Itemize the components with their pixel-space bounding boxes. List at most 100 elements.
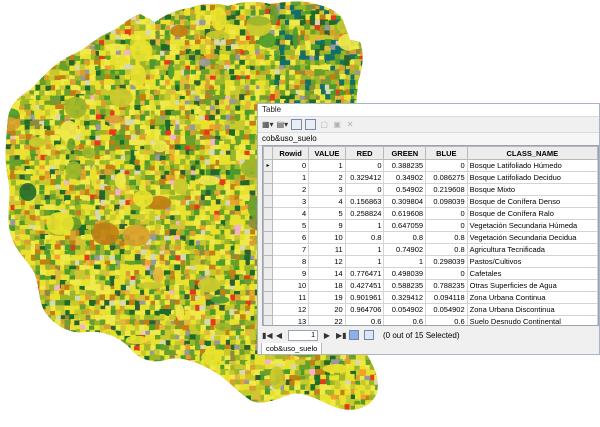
- row-selector[interactable]: [263, 195, 273, 208]
- table-row[interactable]: 11 19 0.901961 0.329412 0.094118 Zona Urbana …: [263, 291, 598, 304]
- cell-blue[interactable]: 0: [425, 267, 468, 280]
- cell-blue[interactable]: 0: [425, 207, 468, 220]
- current-record-field[interactable]: 1: [288, 329, 318, 341]
- column-header-red[interactable]: RED: [344, 146, 385, 160]
- table-row[interactable]: 10 18 0.427451 0.588235 0.788235 Otras Superf…: [263, 279, 598, 292]
- cell-blue[interactable]: 0.098039: [425, 195, 468, 208]
- column-header-value[interactable]: VALUE: [308, 146, 346, 160]
- cell-green[interactable]: 0.8: [383, 231, 427, 244]
- row-selector[interactable]: [263, 267, 273, 280]
- previous-record-icon[interactable]: ◀: [275, 331, 283, 340]
- cell-red[interactable]: 0: [344, 183, 385, 196]
- attribute-table[interactable]: Rowid VALUE RED GREEN BLUE CLASS_NAME ▸ 0…: [262, 145, 599, 326]
- cell-green[interactable]: 0.54902: [383, 183, 427, 196]
- row-selector[interactable]: [263, 255, 273, 268]
- cell-rowid[interactable]: 13: [271, 315, 310, 325]
- table-row[interactable]: 9 14 0.776471 0.498039 0 Cafetales: [263, 267, 598, 280]
- cell-class-name[interactable]: Bosque Latifoliado Deciduo: [466, 171, 598, 184]
- row-selector[interactable]: [263, 219, 273, 232]
- cell-class-name[interactable]: Zona Urbana Discontinua: [466, 303, 598, 316]
- cell-red[interactable]: 0.427451: [344, 279, 385, 292]
- cell-rowid[interactable]: 2: [271, 183, 310, 196]
- table-row[interactable]: 7 11 1 0.74902 0.8 Agricultura Tecnificada: [263, 243, 598, 256]
- cell-class-name[interactable]: Bosque Latifoliado Húmedo: [466, 159, 598, 172]
- cell-red[interactable]: 1: [344, 243, 385, 256]
- cell-blue[interactable]: 0.054902: [425, 303, 468, 316]
- cell-blue[interactable]: 0.6: [425, 315, 468, 325]
- cell-class-name[interactable]: Suelo Desnudo Continental: [466, 315, 598, 325]
- last-record-icon[interactable]: ▶▮: [336, 331, 347, 340]
- cell-blue[interactable]: 0.086275: [425, 171, 468, 184]
- clear-selection-icon[interactable]: ▢: [319, 119, 329, 130]
- cell-rowid[interactable]: 11: [271, 291, 310, 304]
- table-row[interactable]: 8 12 1 1 0.298039 Pastos/Cultivos: [263, 255, 598, 268]
- table-row[interactable]: 6 10 0.8 0.8 0.8 Vegetación Secundaria Decidu…: [263, 231, 598, 244]
- cell-value[interactable]: 2: [308, 171, 346, 184]
- cell-red[interactable]: 0.156863: [344, 195, 385, 208]
- cell-red[interactable]: 0.776471: [344, 267, 385, 280]
- cell-rowid[interactable]: 9: [271, 267, 310, 280]
- column-header-rowid[interactable]: Rowid: [271, 146, 310, 160]
- cell-value[interactable]: 5: [308, 207, 346, 220]
- cell-rowid[interactable]: 7: [271, 243, 310, 256]
- cell-rowid[interactable]: 5: [271, 219, 310, 232]
- cell-value[interactable]: 4: [308, 195, 346, 208]
- cell-red[interactable]: 0.901961: [344, 291, 385, 304]
- cell-rowid[interactable]: 6: [271, 231, 310, 244]
- cell-value[interactable]: 12: [308, 255, 346, 268]
- cell-green[interactable]: 0.588235: [383, 279, 427, 292]
- column-header-blue[interactable]: BLUE: [425, 146, 468, 160]
- cell-green[interactable]: 0.619608: [383, 207, 427, 220]
- table-options-icon[interactable]: ▦▾: [262, 119, 274, 130]
- cell-red[interactable]: 0: [344, 159, 385, 172]
- next-record-icon[interactable]: ▶: [323, 331, 331, 340]
- zoom-to-selected-icon[interactable]: ▣: [332, 119, 342, 130]
- related-tables-icon[interactable]: ▤▾: [277, 119, 289, 130]
- cell-value[interactable]: 11: [308, 243, 346, 256]
- switch-selection-icon[interactable]: [305, 119, 317, 130]
- table-row[interactable]: 5 9 1 0.647059 0 Vegetación Secundaria Húmeda: [263, 219, 598, 232]
- cell-rowid[interactable]: 10: [271, 279, 310, 292]
- delete-selected-icon[interactable]: ✕: [345, 119, 355, 130]
- table-row[interactable]: 1 2 0.329412 0.34902 0.086275 Bosque Latifoli…: [263, 171, 598, 184]
- cell-blue[interactable]: 0.094118: [425, 291, 468, 304]
- cell-red[interactable]: 1: [344, 219, 385, 232]
- cell-value[interactable]: 19: [308, 291, 346, 304]
- table-row[interactable]: 2 3 0 0.54902 0.219608 Bosque Mixto: [263, 183, 598, 196]
- cell-rowid[interactable]: 1: [271, 171, 310, 184]
- cell-rowid[interactable]: 4: [271, 207, 310, 220]
- table-row[interactable]: 4 5 0.258824 0.619608 0 Bosque de Conífera Ra…: [263, 207, 598, 220]
- table-row[interactable]: 12 20 0.964706 0.054902 0.054902 Zona Urbana …: [263, 303, 598, 316]
- cell-green[interactable]: 0.647059: [383, 219, 427, 232]
- row-selector[interactable]: [263, 171, 273, 184]
- cell-green[interactable]: 0.498039: [383, 267, 427, 280]
- cell-class-name[interactable]: Bosque de Conífera Denso: [466, 195, 598, 208]
- row-selector[interactable]: [263, 207, 273, 220]
- row-selector[interactable]: [263, 291, 273, 304]
- cell-value[interactable]: 14: [308, 267, 346, 280]
- cell-red[interactable]: 0.964706: [344, 303, 385, 316]
- cell-green[interactable]: 0.309804: [383, 195, 427, 208]
- cell-rowid[interactable]: 3: [271, 195, 310, 208]
- cell-class-name[interactable]: Bosque Mixto: [466, 183, 598, 196]
- column-header-green[interactable]: GREEN: [383, 146, 427, 160]
- column-header-class-name[interactable]: CLASS_NAME: [466, 146, 598, 160]
- cell-green[interactable]: 0.6: [383, 315, 427, 325]
- cell-value[interactable]: 3: [308, 183, 346, 196]
- cell-blue[interactable]: 0.298039: [425, 255, 468, 268]
- cell-value[interactable]: 9: [308, 219, 346, 232]
- table-row[interactable]: ▸ 0 1 0 0.388235 0 Bosque Latifoliado Húmedo: [263, 159, 598, 172]
- cell-class-name[interactable]: Otras Superficies de Agua: [466, 279, 598, 292]
- cell-class-name[interactable]: Cafetales: [466, 267, 598, 280]
- cell-class-name[interactable]: Vegetación Secundaria Húmeda: [466, 219, 598, 232]
- current-row-marker[interactable]: ▸: [263, 159, 273, 172]
- table-window[interactable]: Table ▦▾ ▤▾ ▢ ▣ ✕ cob&uso_suelo Rowid VA…: [257, 103, 600, 355]
- cell-blue[interactable]: 0.8: [425, 243, 468, 256]
- cell-green[interactable]: 0.34902: [383, 171, 427, 184]
- cell-class-name[interactable]: Bosque de Conífera Ralo: [466, 207, 598, 220]
- row-selector[interactable]: [263, 303, 273, 316]
- cell-green[interactable]: 0.74902: [383, 243, 427, 256]
- cell-rowid[interactable]: 0: [271, 159, 310, 172]
- select-by-attributes-icon[interactable]: [291, 119, 303, 130]
- row-selector[interactable]: [263, 183, 273, 196]
